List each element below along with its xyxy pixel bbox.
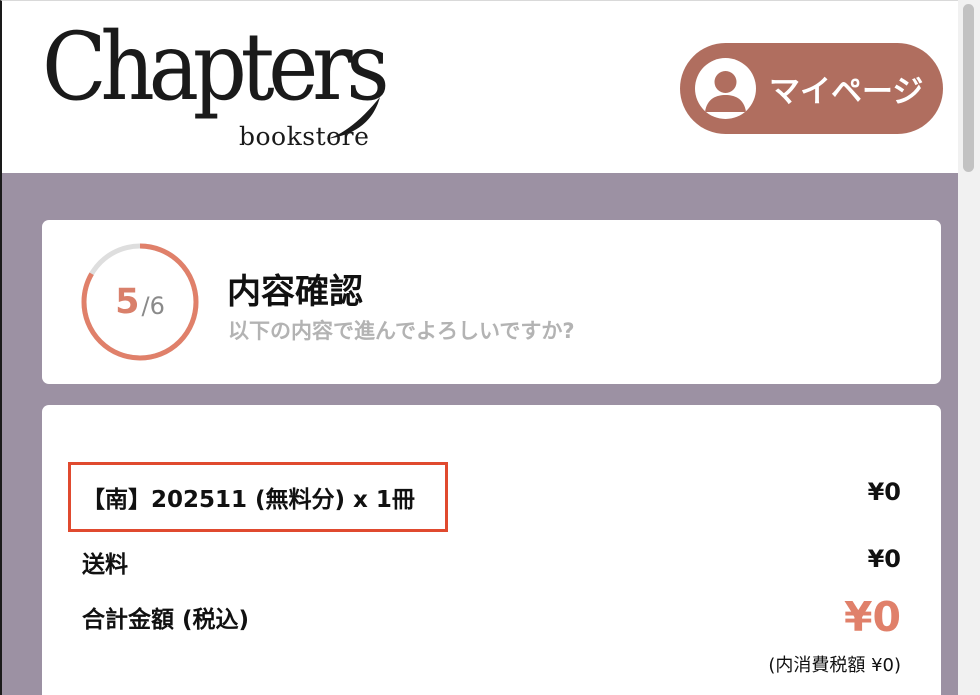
step-progress-ring: 5 /6 bbox=[80, 242, 200, 362]
total-label: 合計金額 (税込) bbox=[82, 607, 250, 633]
scrollbar-thumb[interactable] bbox=[963, 4, 974, 172]
total-price: ¥0 bbox=[843, 593, 901, 641]
order-item-label: 【南】202511 (無料分) x 1冊 bbox=[82, 487, 415, 513]
step-current: 5 bbox=[115, 282, 140, 322]
chapters-bookstore-logo[interactable]: Chapters bookstore bbox=[42, 21, 390, 152]
shipping-label: 送料 bbox=[82, 552, 128, 578]
step-card: 5 /6 内容確認 以下の内容で進んでよろしいですか? bbox=[42, 220, 941, 384]
order-summary-card: 【南】202511 (無料分) x 1冊 ¥0 送料 ¥0 合計金額 (税込) … bbox=[42, 405, 941, 695]
mypage-label: マイページ bbox=[769, 74, 924, 110]
step-total: /6 bbox=[141, 292, 165, 320]
shipping-price: ¥0 bbox=[867, 545, 901, 573]
user-avatar-icon bbox=[695, 58, 756, 119]
step-title: 内容確認 bbox=[227, 272, 363, 312]
site-header: Chapters bookstore マイページ bbox=[0, 0, 958, 173]
order-item-price: ¥0 bbox=[867, 478, 901, 506]
mypage-button[interactable]: マイページ bbox=[680, 43, 943, 134]
page: Chapters bookstore マイページ 5 /6 内容確認 以下の内容… bbox=[0, 0, 980, 695]
tax-note: (内消費税額 ¥0) bbox=[768, 655, 901, 676]
step-subtitle: 以下の内容で進んでよろしいですか? bbox=[228, 319, 575, 343]
vertical-scrollbar[interactable] bbox=[958, 0, 980, 695]
logo-subtitle: bookstore bbox=[239, 122, 370, 151]
